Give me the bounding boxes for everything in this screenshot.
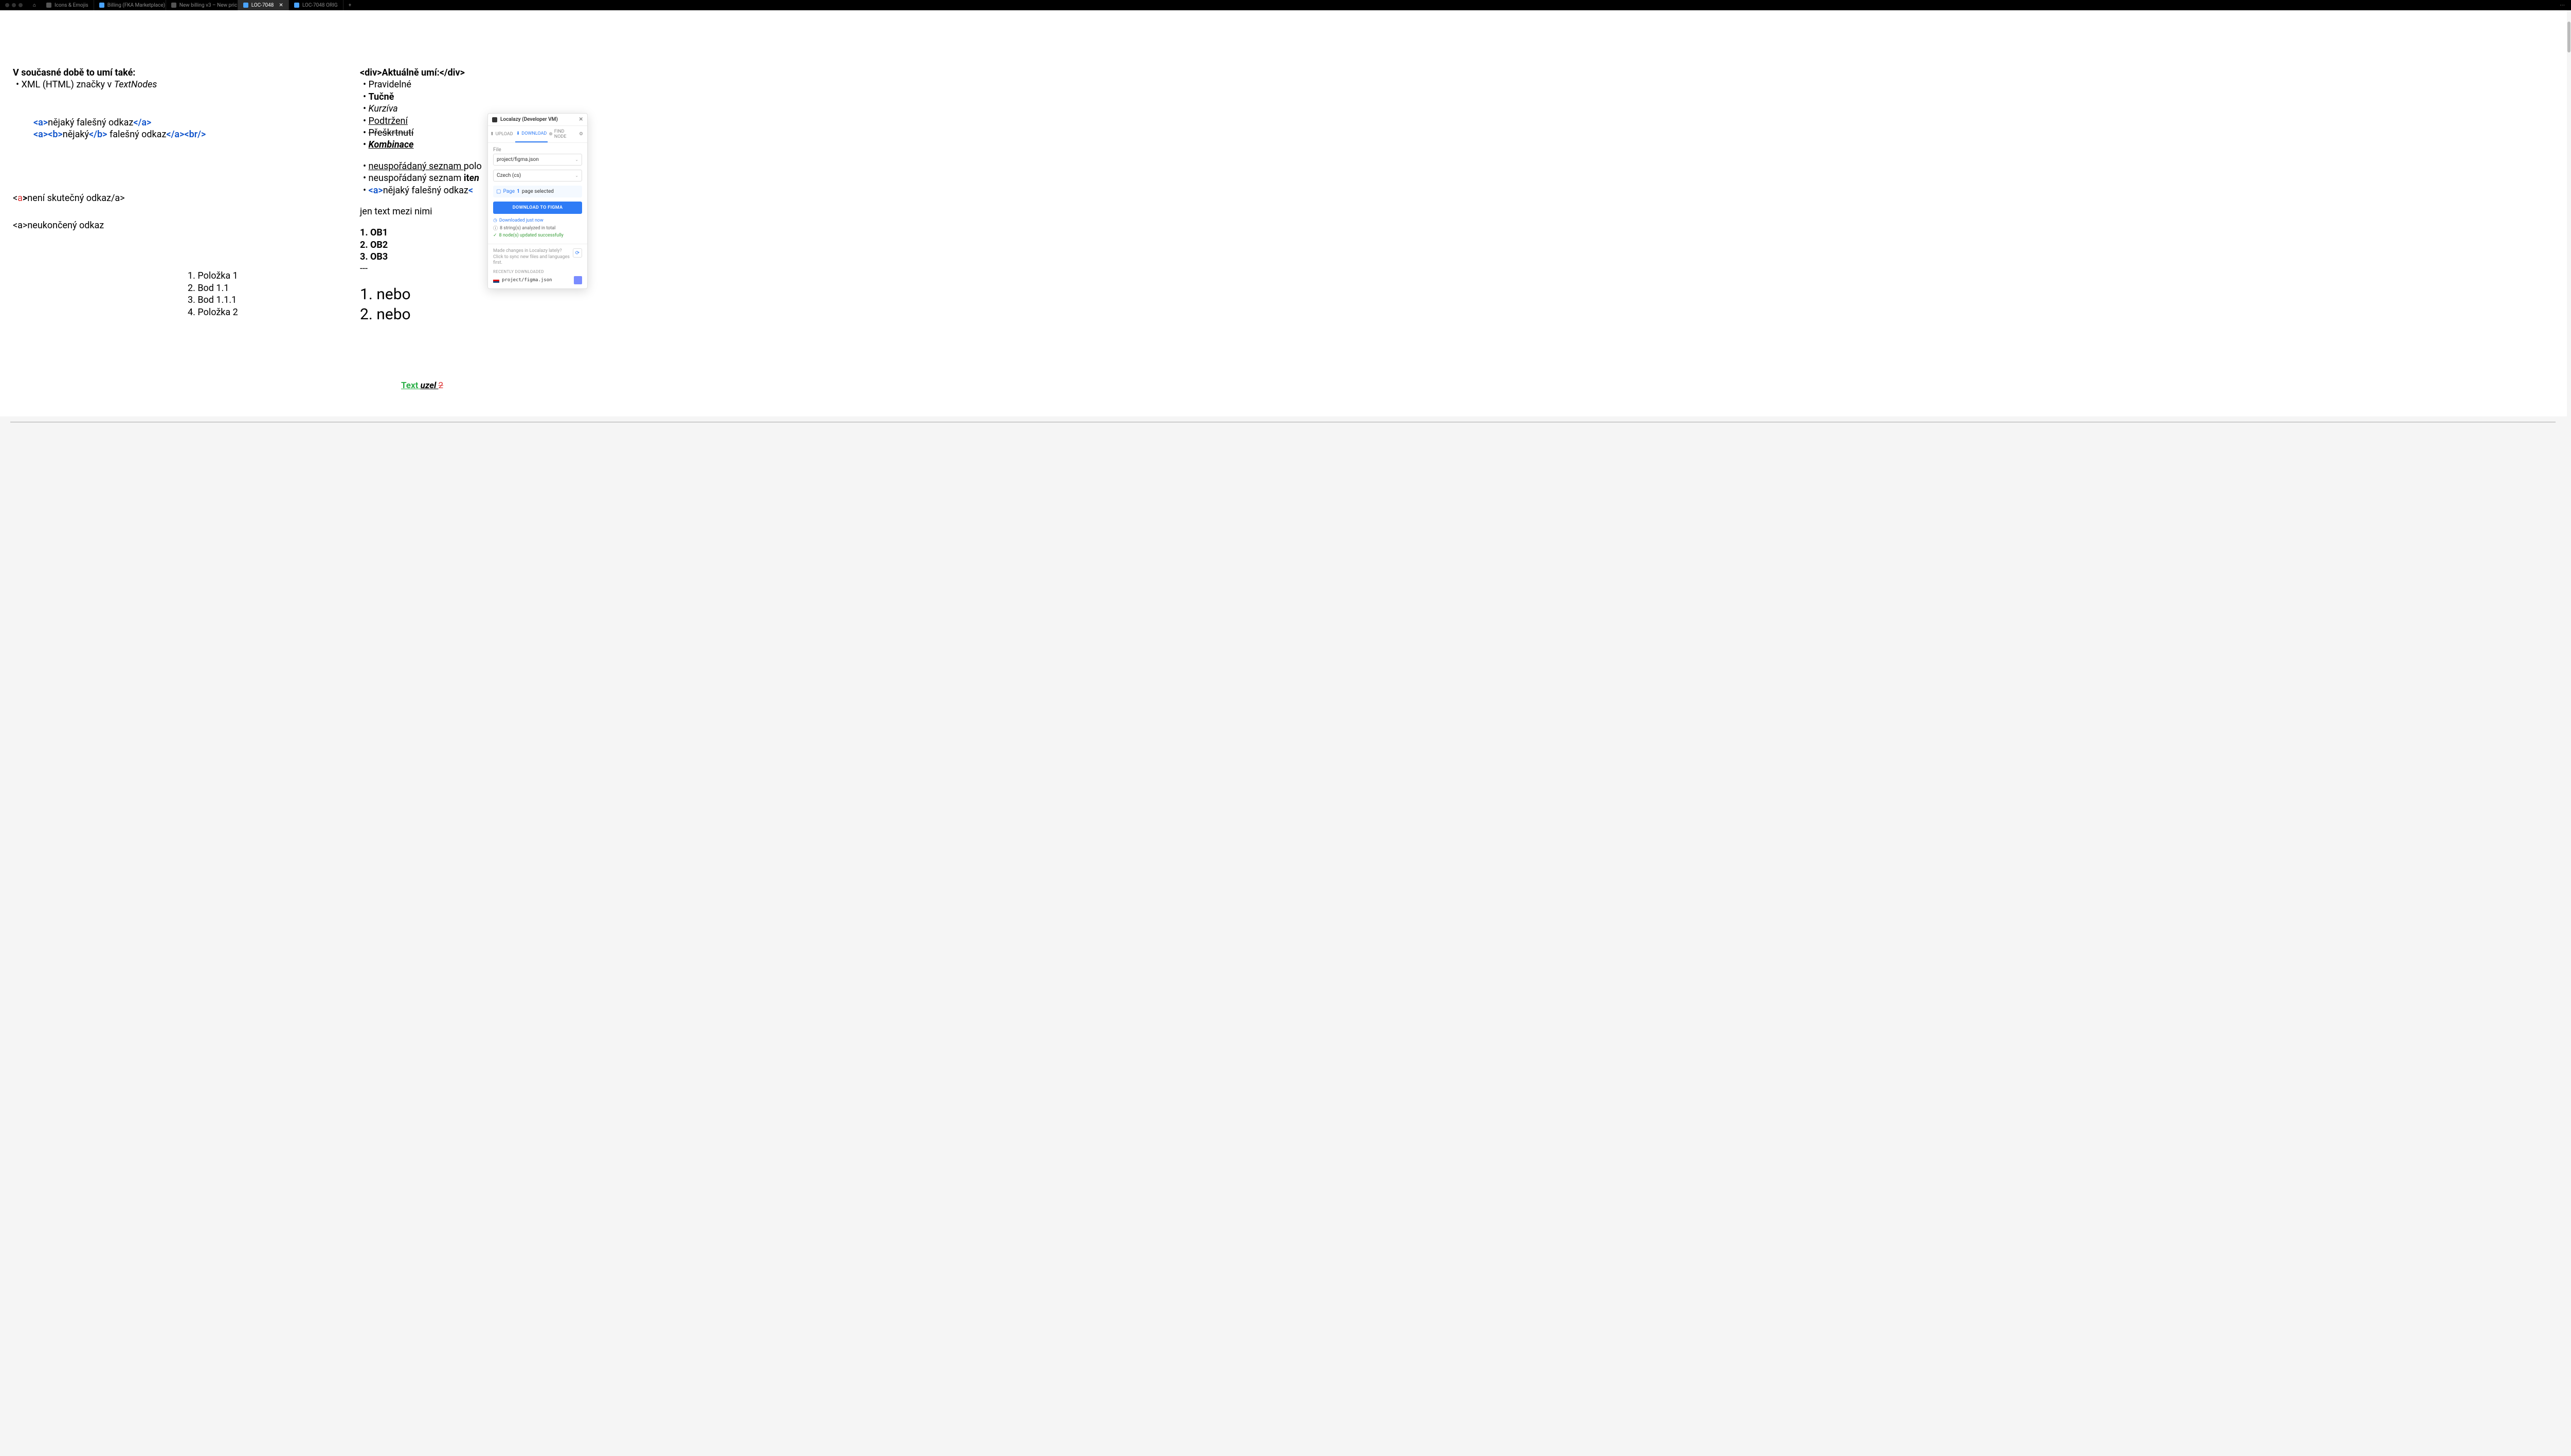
tab-download[interactable]: ⬇DOWNLOAD: [515, 126, 548, 142]
text-line: <a>neukončený odkaz: [13, 220, 238, 231]
document-tabs: Icons & Emojis Billing (FKA Marketplace) N…: [41, 0, 343, 10]
status-downloaded: ◷Downloaded just now: [493, 218, 582, 223]
text-line: jen text mezi nimi: [360, 206, 482, 217]
file-label: File: [493, 147, 582, 153]
text-frame-right[interactable]: <div>Aktuálně umí:</div> Pravidelné Tučn…: [360, 67, 482, 324]
hint-text: Made changes in Localazy lately?Click to…: [493, 248, 582, 266]
recent-item[interactable]: project/figma.json: [493, 276, 582, 284]
tab-label: Icons & Emojis: [55, 3, 88, 8]
text-line: ---: [360, 263, 482, 275]
recent-label: RECENTLY DOWNLOADED: [493, 269, 582, 274]
code-line: <a>nějaký falešný odkaz</a>: [13, 117, 238, 129]
tab-label: LOC-7048: [251, 3, 274, 8]
settings-button[interactable]: ⚙: [575, 126, 587, 142]
tab-label: LOC-7048 ORIG: [302, 3, 338, 8]
window-controls[interactable]: [0, 3, 28, 7]
document-tab[interactable]: Icons & Emojis: [41, 0, 94, 10]
list-item: Tučně: [360, 91, 482, 103]
scrollbar-thumb[interactable]: [2567, 22, 2570, 52]
heading: <div>Aktuálně umí:</div>: [360, 67, 482, 79]
title-bar: ⌂ Icons & Emojis Billing (FKA Marketplace…: [0, 0, 2571, 10]
plugin-body: File project/figma.json⌄ Czech (cs)⌄ ▢ P…: [488, 143, 587, 244]
ordered-list: 1. Položka 12. Bod 1.13. Bod 1.1.14. Pol…: [13, 270, 238, 318]
list-item: 2. nebo: [360, 304, 482, 324]
list-item: neuspořádaný seznam polo: [360, 160, 482, 172]
list-item: Přeškrtnutí: [360, 127, 482, 139]
list-item: 1. nebo: [360, 284, 482, 304]
plugin-logo-icon: [492, 117, 497, 122]
list-item: 1. Položka 1: [188, 270, 238, 282]
tab-label: Billing (FKA Marketplace): [107, 3, 165, 8]
add-tab-button[interactable]: +: [343, 3, 357, 8]
download-icon: ⬇: [516, 131, 520, 136]
tab-icon: [171, 3, 176, 8]
close-icon[interactable]: ✕: [579, 117, 583, 122]
ordered-list: 1. OB12. OB23. OB3: [360, 227, 482, 263]
page-selection-info: ▢ Page 1 page selected: [493, 186, 582, 197]
document-tab[interactable]: LOC-7048 ✕: [238, 0, 289, 10]
list-item: 4. Položka 2: [188, 306, 238, 318]
tab-label: New billing v3 – New pricing plans d…: [179, 3, 238, 8]
list-item: Kombinace: [360, 139, 482, 151]
tab-icon: [46, 3, 51, 8]
list-item: Kurzíva: [360, 103, 482, 115]
avatar: [574, 276, 582, 284]
code-line: <a><b>nějaký</b> falešný odkaz</a><br/>: [13, 129, 238, 140]
tab-icon: [99, 3, 104, 8]
list-item: Podtržení: [360, 115, 482, 127]
tab-icon: [243, 3, 248, 8]
list-item: 3. Bod 1.1.1: [188, 294, 238, 306]
menu-icon[interactable]: ⋯: [2554, 3, 2571, 8]
flag-icon: [493, 278, 499, 283]
text-line: <a>není skutečný odkaz/a>: [13, 192, 238, 204]
document-tab[interactable]: Billing (FKA Marketplace): [94, 0, 166, 10]
list-item: 2. OB2: [360, 239, 482, 251]
document-tab[interactable]: New billing v3 – New pricing plans d…: [166, 0, 238, 10]
gear-icon: ⚙: [579, 132, 583, 137]
download-button[interactable]: DOWNLOAD TO FIGMA: [493, 202, 582, 214]
list-item: neuspořádaný seznam iten: [360, 172, 482, 184]
status-updated: ✓8 node(s) updated successfully: [493, 233, 582, 238]
chevron-down-icon: ⌄: [575, 157, 578, 162]
tab-find-node[interactable]: ⊕FIND NODE: [548, 126, 575, 142]
tab-upload[interactable]: ⬆UPLOAD: [488, 126, 515, 142]
close-tab-icon[interactable]: ✕: [279, 3, 283, 8]
chevron-down-icon: ⌄: [575, 173, 578, 178]
clock-icon: ◷: [493, 218, 497, 223]
target-icon: ⊕: [549, 132, 553, 137]
page-icon: ▢: [496, 189, 501, 194]
document-tab[interactable]: LOC-7048 ORIG: [289, 0, 343, 10]
sync-button[interactable]: ⟳: [573, 248, 582, 258]
plugin-footer: ⟳ Made changes in Localazy lately?Click …: [488, 244, 587, 288]
upload-icon: ⬆: [490, 132, 494, 137]
info-icon: ⓘ: [493, 225, 498, 231]
check-icon: ✓: [493, 233, 497, 238]
text-frame-left[interactable]: V současné době to umí také: XML (HTML) …: [13, 67, 238, 318]
list-item: XML (HTML) značky v TextNodes: [13, 79, 238, 90]
divider: [10, 422, 2556, 423]
plugin-header[interactable]: Localazy (Developer VM) ✕: [488, 114, 587, 126]
heading: V současné době to umí také:: [13, 67, 238, 79]
ordered-list: 1. nebo2. nebo: [360, 284, 482, 324]
file-select[interactable]: project/figma.json⌄: [493, 154, 582, 166]
home-icon[interactable]: ⌂: [28, 3, 41, 8]
plugin-panel[interactable]: Localazy (Developer VM) ✕ ⬆UPLOAD ⬇DOWNL…: [487, 113, 588, 289]
canvas[interactable]: V současné době to umí také: XML (HTML) …: [0, 10, 2571, 416]
list-item: <a>nějaký falešný odkaz<: [360, 185, 482, 196]
list-item: 1. OB1: [360, 227, 482, 239]
plugin-tabs: ⬆UPLOAD ⬇DOWNLOAD ⊕FIND NODE ⚙: [488, 126, 587, 143]
tab-icon: [294, 3, 299, 8]
canvas-viewport[interactable]: V současné době to umí také: XML (HTML) …: [0, 10, 2571, 1456]
status-analyzed: ⓘ8 string(s) analyzed in total: [493, 225, 582, 231]
list-item: 2. Bod 1.1: [188, 282, 238, 294]
language-select[interactable]: Czech (cs)⌄: [493, 170, 582, 181]
list-item: Pravidelné: [360, 79, 482, 90]
text-node-sample[interactable]: Text uzel 2: [401, 380, 443, 391]
refresh-icon: ⟳: [575, 250, 580, 256]
plugin-title: Localazy (Developer VM): [500, 117, 558, 122]
scrollbar-vertical[interactable]: [2567, 10, 2571, 1456]
list-item: 3. OB3: [360, 251, 482, 263]
